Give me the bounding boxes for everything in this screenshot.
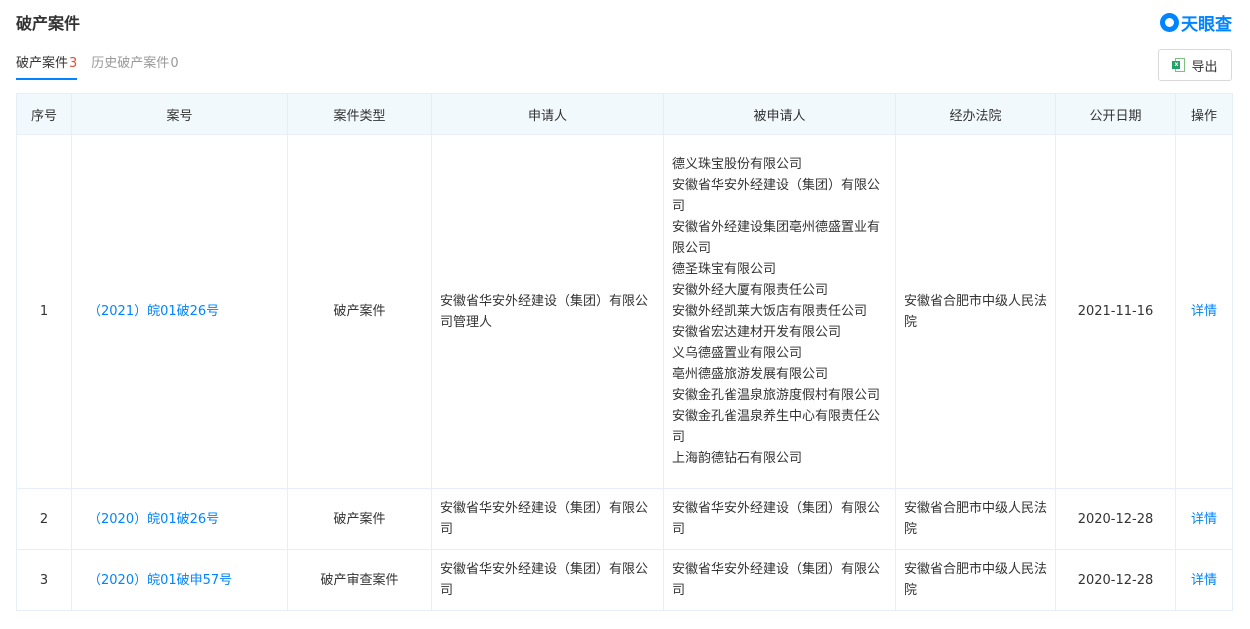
case-number-cell: （2021）皖01破26号 bbox=[71, 134, 288, 489]
case-number-link[interactable]: （2020）皖01破26号 bbox=[88, 512, 219, 527]
respondent-name: 安徽省华安外经建设（集团）有限公司 bbox=[672, 562, 881, 598]
respondent-name: 安徽金孔雀温泉养生中心有限责任公司 bbox=[672, 409, 881, 445]
tab-label: 历史破产案件 bbox=[91, 56, 170, 71]
details-link[interactable]: 详情 bbox=[1191, 304, 1217, 319]
export-button[interactable]: x 导出 bbox=[1158, 49, 1232, 81]
respondent-name: 亳州德盛旅游发展有限公司 bbox=[672, 367, 829, 382]
table-row: 3 （2020）皖01破申57号 破产审查案件 安徽省华安外经建设（集团）有限公… bbox=[16, 549, 1233, 611]
respondent-name: 安徽外经大厦有限责任公司 bbox=[672, 283, 829, 298]
table-header-row: 序号 案号 案件类型 申请人 被申请人 经办法院 公开日期 操作 bbox=[16, 93, 1233, 135]
respondent-name: 安徽省华安外经建设（集团）有限公司 bbox=[672, 178, 881, 214]
column-header-applicant: 申请人 bbox=[431, 93, 664, 135]
case-number-link[interactable]: （2021）皖01破26号 bbox=[88, 304, 219, 319]
case-type: 破产案件 bbox=[287, 134, 432, 489]
respondent-name: 德圣珠宝有限公司 bbox=[672, 262, 777, 277]
respondent-name: 安徽省外经建设集团亳州德盛置业有限公司 bbox=[672, 220, 881, 256]
logo-text: 天眼查 bbox=[1181, 14, 1232, 35]
column-header-court: 经办法院 bbox=[895, 93, 1056, 135]
tab-history-bankruptcy-cases[interactable]: 历史破产案件0 bbox=[91, 54, 178, 80]
action-cell: 详情 bbox=[1175, 134, 1233, 489]
tab-count: 3 bbox=[69, 56, 78, 71]
tab-bankruptcy-cases[interactable]: 破产案件3 bbox=[16, 54, 78, 80]
respondent-name: 安徽金孔雀温泉旅游度假村有限公司 bbox=[672, 388, 881, 403]
case-type: 破产审查案件 bbox=[287, 549, 432, 611]
tianyancha-logo[interactable]: 天眼查 bbox=[1160, 10, 1232, 35]
table-row: 1 （2021）皖01破26号 破产案件 安徽省华安外经建设（集团）有限公司管理… bbox=[16, 134, 1233, 489]
applicant: 安徽省华安外经建设（集团）有限公司 bbox=[431, 488, 664, 550]
export-label: 导出 bbox=[1191, 59, 1218, 75]
case-type: 破产案件 bbox=[287, 488, 432, 550]
applicant: 安徽省华安外经建设（集团）有限公司 bbox=[431, 549, 664, 611]
column-header-action: 操作 bbox=[1175, 93, 1233, 135]
tab-count: 0 bbox=[170, 56, 179, 71]
respondent-list: 安徽省华安外经建设（集团）有限公司 bbox=[663, 488, 896, 550]
respondent-name: 安徽省华安外经建设（集团）有限公司 bbox=[672, 501, 881, 537]
excel-icon: x bbox=[1172, 58, 1186, 72]
bankruptcy-cases-table: 序号 案号 案件类型 申请人 被申请人 经办法院 公开日期 操作 1 （2021… bbox=[16, 93, 1233, 611]
action-cell: 详情 bbox=[1175, 549, 1233, 611]
respondent-name: 安徽外经凯莱大饭店有限责任公司 bbox=[672, 304, 868, 319]
publish-date: 2021-11-16 bbox=[1055, 134, 1176, 489]
table-row: 2 （2020）皖01破26号 破产案件 安徽省华安外经建设（集团）有限公司 安… bbox=[16, 488, 1233, 550]
respondent-name: 义乌德盛置业有限公司 bbox=[672, 346, 803, 361]
respondent-name: 安徽省宏达建材开发有限公司 bbox=[672, 325, 842, 340]
action-cell: 详情 bbox=[1175, 488, 1233, 550]
section-header: 破产案件 天眼查 bbox=[16, 8, 1232, 36]
column-header-date: 公开日期 bbox=[1055, 93, 1176, 135]
case-number-cell: （2020）皖01破26号 bbox=[71, 488, 288, 550]
column-header-case-no: 案号 bbox=[71, 93, 288, 135]
details-link[interactable]: 详情 bbox=[1191, 573, 1217, 588]
row-index: 3 bbox=[16, 549, 72, 611]
logo-icon bbox=[1160, 12, 1179, 32]
case-number-cell: （2020）皖01破申57号 bbox=[71, 549, 288, 611]
case-number-link[interactable]: （2020）皖01破申57号 bbox=[88, 573, 232, 588]
respondent-name: 上海韵德钻石有限公司 bbox=[672, 451, 803, 466]
respondent-name: 德义珠宝股份有限公司 bbox=[672, 157, 803, 172]
row-index: 1 bbox=[16, 134, 72, 489]
row-index: 2 bbox=[16, 488, 72, 550]
details-link[interactable]: 详情 bbox=[1191, 512, 1217, 527]
court: 安徽省合肥市中级人民法院 bbox=[895, 549, 1056, 611]
respondent-list: 德义珠宝股份有限公司 安徽省华安外经建设（集团）有限公司 安徽省外经建设集团亳州… bbox=[663, 134, 896, 489]
publish-date: 2020-12-28 bbox=[1055, 488, 1176, 550]
tab-label: 破产案件 bbox=[16, 56, 69, 71]
column-header-respondent: 被申请人 bbox=[663, 93, 896, 135]
tab-bar: 破产案件3 历史破产案件0 bbox=[16, 54, 193, 80]
applicant: 安徽省华安外经建设（集团）有限公司管理人 bbox=[431, 134, 664, 489]
respondent-list: 安徽省华安外经建设（集团）有限公司 bbox=[663, 549, 896, 611]
column-header-index: 序号 bbox=[16, 93, 72, 135]
court: 安徽省合肥市中级人民法院 bbox=[895, 134, 1056, 489]
column-header-type: 案件类型 bbox=[287, 93, 432, 135]
page-title: 破产案件 bbox=[16, 14, 81, 33]
publish-date: 2020-12-28 bbox=[1055, 549, 1176, 611]
court: 安徽省合肥市中级人民法院 bbox=[895, 488, 1056, 550]
